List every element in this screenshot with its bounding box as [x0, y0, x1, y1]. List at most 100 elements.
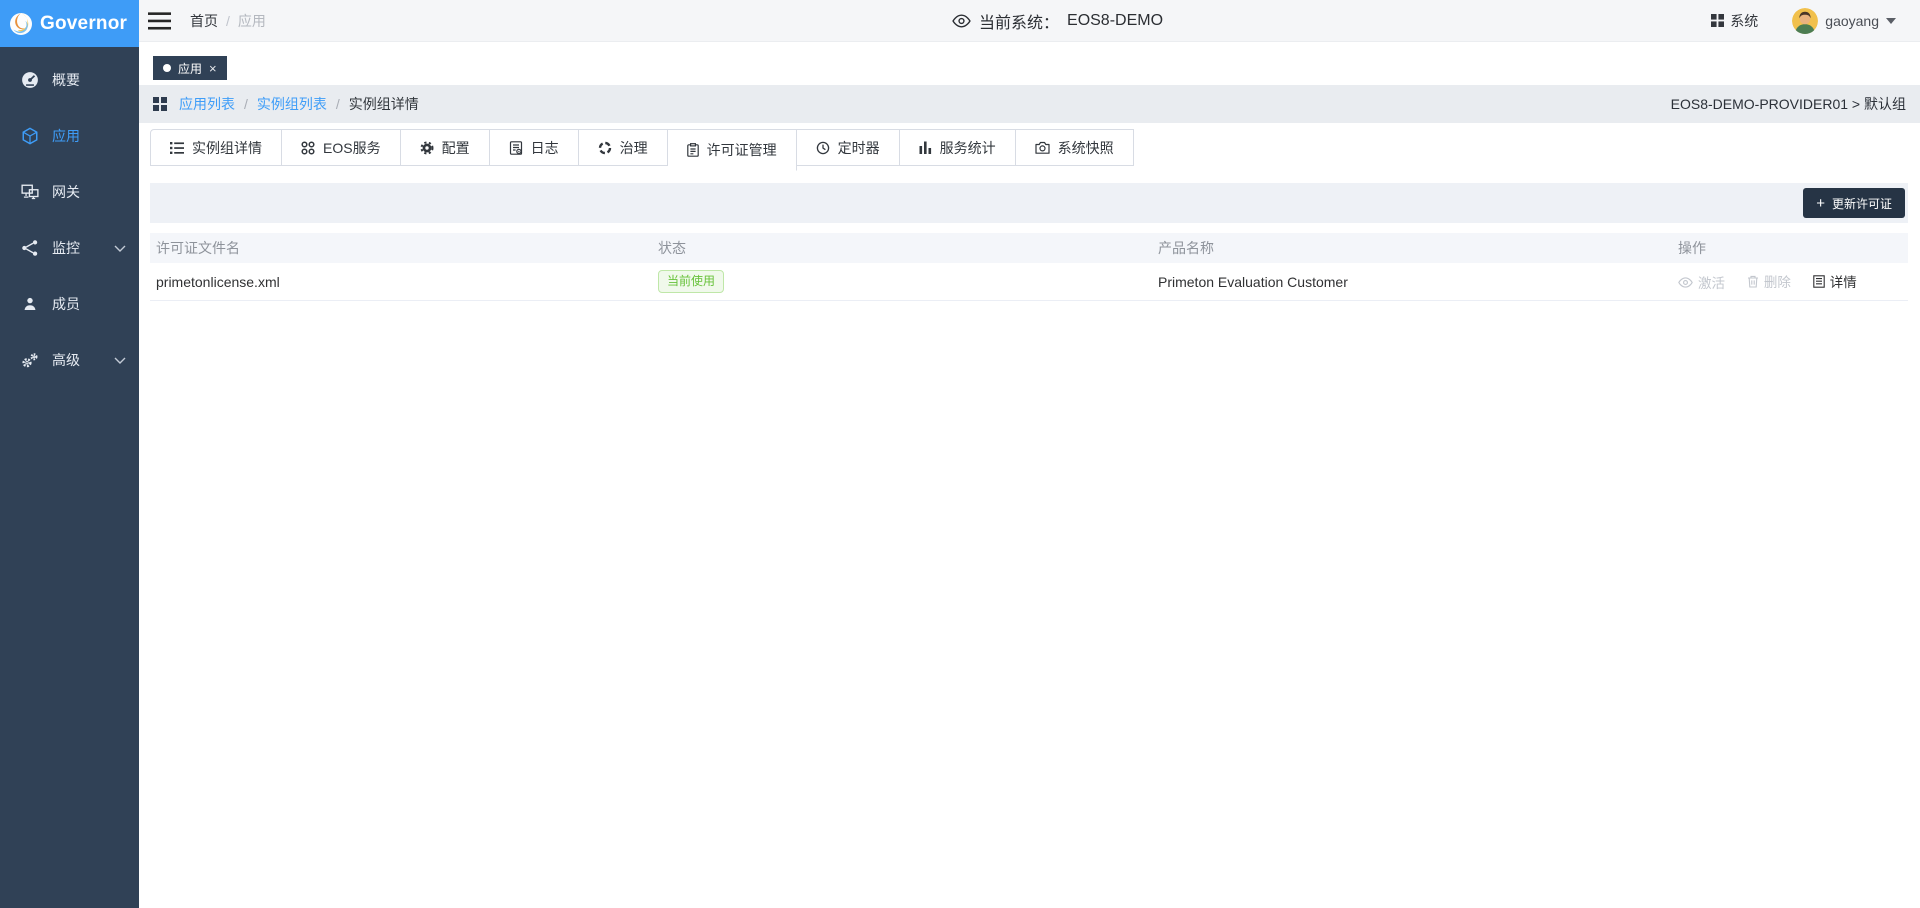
sidebar-item-label: 成员 — [52, 294, 80, 314]
trash-icon — [1747, 275, 1759, 288]
chevron-down-icon — [114, 357, 126, 364]
tab-label: 日志 — [531, 138, 559, 158]
current-system-indicator: 当前系统： EOS8-DEMO — [952, 0, 1163, 42]
license-filename: primetonlicense.xml — [150, 274, 658, 290]
license-clipboard-icon — [687, 143, 699, 157]
log-file-icon — [509, 141, 523, 155]
product-name: Primeton Evaluation Customer — [1158, 274, 1678, 290]
breadcrumb-bar: 应用列表 / 实例组列表 / 实例组详情 EOS8-DEMO-PROVIDER0… — [139, 85, 1920, 123]
license-toolbar: + 更新许可证 — [150, 183, 1908, 223]
sidebar-item-label: 高级 — [52, 350, 80, 370]
app-cube-icon — [21, 127, 39, 145]
tab-service-statistics[interactable]: 服务统计 — [900, 129, 1016, 166]
dashboard-gauge-icon — [21, 71, 39, 89]
topbar-right: 系统 gaoyang — [1711, 8, 1896, 34]
detail-tab-bar: 实例组详情 EOS服务 配置 — [139, 129, 1920, 173]
system-menu-label: 系统 — [1730, 11, 1758, 31]
tab-label: 系统快照 — [1058, 138, 1114, 158]
sidebar: 概要 应用 网关 — [0, 47, 139, 908]
close-icon[interactable]: × — [209, 62, 217, 75]
page-tab-label: 应用 — [178, 60, 202, 77]
governance-circle-icon — [598, 141, 612, 155]
user-name[interactable]: gaoyang — [1825, 13, 1879, 29]
page-tab-applications[interactable]: 应用 × — [153, 56, 227, 80]
breadcrumb-separator: / — [336, 96, 340, 112]
advanced-gears-icon — [21, 351, 39, 369]
hamburger-icon[interactable] — [148, 12, 171, 30]
dot-icon — [163, 64, 171, 72]
swirl-sphere-icon — [9, 12, 33, 36]
list-icon — [170, 142, 184, 154]
brand-logo[interactable]: Governor — [0, 0, 139, 47]
breadcrumb-current-page: 实例组详情 — [349, 94, 419, 114]
eye-icon — [952, 14, 971, 28]
breadcrumb-home-link[interactable]: 首页 — [190, 11, 218, 31]
row-actions: 激活 删除 — [1678, 271, 1908, 292]
eye-icon — [1678, 277, 1693, 288]
breadcrumb-current: 应用 — [238, 11, 266, 31]
brand-name: Governor — [40, 13, 127, 35]
system-menu-button[interactable]: 系统 — [1711, 11, 1758, 31]
tab-label: 实例组详情 — [192, 138, 262, 158]
sidebar-item-advanced[interactable]: 高级 — [0, 332, 139, 388]
sidebar-item-label: 监控 — [52, 238, 80, 258]
grid-icon — [153, 97, 167, 111]
current-system-value: EOS8-DEMO — [1067, 12, 1163, 30]
current-system-label: 当前系统： — [979, 9, 1059, 33]
services-nodes-icon — [301, 141, 315, 155]
status-badge: 当前使用 — [658, 270, 724, 292]
column-header-status: 状态 — [658, 238, 1158, 258]
sidebar-item-applications[interactable]: 应用 — [0, 108, 139, 164]
sidebar-item-overview[interactable]: 概要 — [0, 52, 139, 108]
grid-icon — [1711, 14, 1724, 27]
gear-icon — [420, 141, 434, 155]
sidebar-item-members[interactable]: 成员 — [0, 276, 139, 332]
activate-label: 激活 — [1698, 272, 1725, 292]
breadcrumb-separator: / — [226, 13, 230, 29]
tab-eos-services[interactable]: EOS服务 — [282, 129, 401, 166]
detail-label: 详情 — [1830, 271, 1857, 291]
column-header-product: 产品名称 — [1158, 238, 1678, 258]
activate-action[interactable]: 激活 — [1678, 272, 1725, 292]
monitor-share-icon — [21, 239, 39, 257]
tab-license-management[interactable]: 许可证管理 — [668, 129, 797, 171]
tab-logs[interactable]: 日志 — [490, 129, 579, 166]
detail-action[interactable]: 详情 — [1813, 271, 1857, 291]
tab-label: EOS服务 — [323, 138, 381, 158]
sidebar-item-gateway[interactable]: 网关 — [0, 164, 139, 220]
chevron-down-icon — [114, 245, 126, 252]
plus-icon: + — [1816, 196, 1825, 211]
column-header-actions: 操作 — [1678, 238, 1908, 258]
breadcrumb-link-instance-group-list[interactable]: 实例组列表 — [257, 94, 327, 114]
delete-action[interactable]: 删除 — [1747, 271, 1791, 291]
update-license-label: 更新许可证 — [1832, 195, 1892, 212]
tab-system-snapshot[interactable]: 系统快照 — [1016, 129, 1134, 166]
license-table: 许可证文件名 状态 产品名称 操作 primetonlicense.xml 当前… — [150, 233, 1908, 301]
open-page-tabs-strip: 应用 × — [139, 42, 1920, 85]
tab-timers[interactable]: 定时器 — [797, 129, 900, 166]
caret-down-icon[interactable] — [1886, 18, 1896, 24]
tab-label: 许可证管理 — [707, 140, 777, 160]
sidebar-item-monitoring[interactable]: 监控 — [0, 220, 139, 276]
governor-console: Governor 概要 应用 — [0, 0, 1920, 908]
timer-clock-icon — [816, 141, 830, 155]
top-bar: 首页 / 应用 当前系统： EOS8-DEMO — [139, 0, 1920, 42]
breadcrumb-separator: / — [244, 96, 248, 112]
breadcrumb-link-app-list[interactable]: 应用列表 — [179, 94, 235, 114]
tab-instance-group-detail[interactable]: 实例组详情 — [150, 129, 282, 166]
bar-chart-icon — [919, 141, 932, 154]
gateway-monitors-icon — [21, 183, 39, 201]
delete-label: 删除 — [1764, 271, 1791, 291]
tab-governance[interactable]: 治理 — [579, 129, 668, 166]
tab-label: 配置 — [442, 138, 470, 158]
tab-configuration[interactable]: 配置 — [401, 129, 490, 166]
detail-doc-icon — [1813, 275, 1825, 288]
user-avatar[interactable] — [1792, 8, 1818, 34]
update-license-button[interactable]: + 更新许可证 — [1803, 188, 1905, 218]
tab-label: 定时器 — [838, 138, 880, 158]
sidebar-item-label: 概要 — [52, 70, 80, 90]
table-header-row: 许可证文件名 状态 产品名称 操作 — [150, 233, 1908, 263]
sidebar-item-label: 应用 — [52, 126, 80, 146]
member-person-icon — [21, 295, 39, 313]
sidebar-item-label: 网关 — [52, 182, 80, 202]
